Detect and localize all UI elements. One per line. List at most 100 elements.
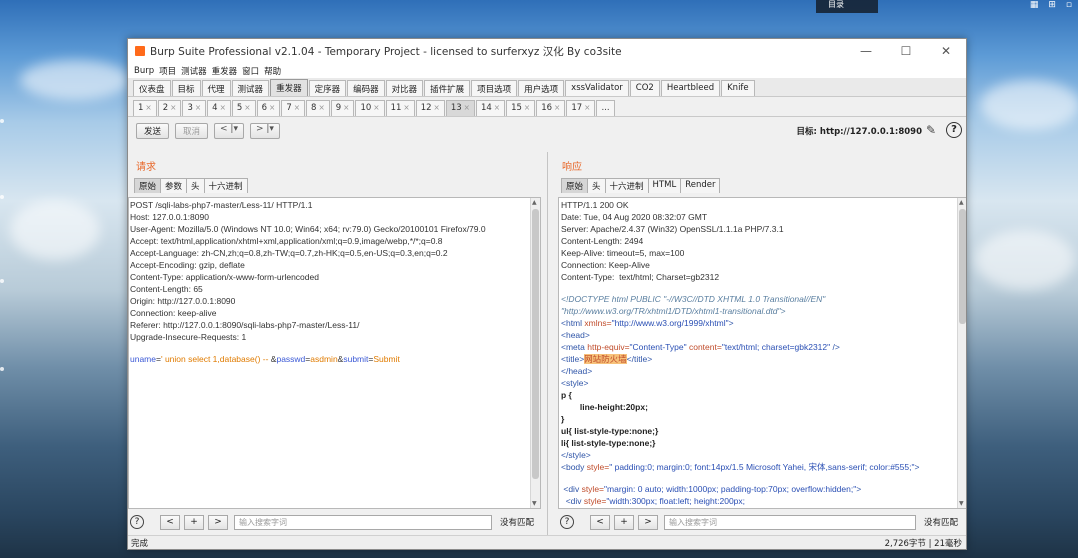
send-button[interactable]: 发送 [136,123,170,139]
main-tab[interactable]: Heartbleed [660,80,721,96]
response-view-tab[interactable]: HTML [647,178,682,193]
main-tab[interactable]: CO2 [629,80,660,96]
search-next-button[interactable]: > [638,514,658,530]
request-view-tab[interactable]: 头 [186,178,205,193]
search-prev-button[interactable]: < [160,514,180,530]
repeater-tab[interactable]: 10 × [355,100,385,116]
response-editor[interactable]: HTTP/1.1 200 OK Date: Tue, 04 Aug 2020 08… [558,197,966,509]
title-bar[interactable]: Burp Suite Professional v2.1.04 - Tempor… [128,39,966,63]
close-tab-icon[interactable]: × [494,103,500,112]
scroll-thumb[interactable] [532,209,539,479]
close-tab-icon[interactable]: × [584,103,590,112]
close-tab-icon[interactable]: × [195,103,201,112]
search-add-button[interactable]: + [614,514,634,530]
repeater-tab[interactable]: 6 × [256,100,281,116]
scroll-down-icon[interactable]: ▼ [532,500,537,507]
repeater-tab[interactable]: 14 × [475,100,506,116]
repeater-tab[interactable]: ... [596,100,615,116]
repeater-tab[interactable]: 2 × [157,100,182,116]
main-tab[interactable]: 重发器 [270,79,308,96]
repeater-tab[interactable]: 9 × [330,100,355,116]
repeater-tab[interactable]: 13 × [445,100,475,116]
menu-project[interactable]: 项目 [159,65,176,77]
response-view-tab[interactable]: 原始 [561,178,589,193]
menu-intruder[interactable]: 测试器 [181,65,207,77]
minimize-button[interactable]: — [846,39,886,63]
menu-burp[interactable]: Burp [134,66,154,76]
repeater-tab[interactable]: 5 × [231,100,256,116]
main-tab[interactable]: 测试器 [231,80,270,96]
desktop-icon-marker[interactable] [0,279,4,283]
square-icon[interactable]: ▫ [1066,0,1072,10]
search-prev-button[interactable]: < [590,514,610,530]
desktop-icon-marker[interactable] [0,195,4,199]
request-view-tab[interactable]: 参数 [160,178,188,193]
request-view-tab[interactable]: 原始 [134,178,162,193]
close-tab-icon[interactable]: × [170,103,176,112]
close-tab-icon[interactable]: × [524,103,530,112]
response-search-input[interactable]: 输入搜索字词 [664,514,916,530]
request-text[interactable]: POST /sqli-labs-php7-master/Less-11/ HTT… [129,198,540,365]
main-tab[interactable]: 项目选项 [471,80,518,96]
search-help-icon[interactable]: ? [560,515,574,529]
scroll-up-icon[interactable]: ▲ [532,199,537,206]
response-view-tab[interactable]: Render [680,178,721,193]
response-text[interactable]: HTTP/1.1 200 OK Date: Tue, 04 Aug 2020 08… [559,198,966,507]
desktop-icon-marker[interactable] [0,367,4,371]
close-tab-icon[interactable]: × [434,103,440,112]
repeater-tab[interactable]: 8 × [306,100,330,116]
close-tab-icon[interactable]: × [373,103,379,112]
response-view-tab[interactable]: 十六进制 [604,178,649,193]
repeater-tab[interactable]: 12 × [415,100,445,116]
close-tab-icon[interactable]: × [403,103,409,112]
close-tab-icon[interactable]: × [464,103,470,112]
main-tab[interactable]: 代理 [201,80,231,96]
grid-icon[interactable]: ▦ [1030,0,1039,10]
search-help-icon[interactable]: ? [130,515,144,529]
repeater-tab[interactable]: 17 × [566,100,596,116]
request-scrollbar[interactable]: ▲ ▼ [530,198,540,508]
main-tab[interactable]: 对比器 [385,80,424,96]
repeater-tab[interactable]: 3 × [182,100,207,116]
main-tab[interactable]: xssValidator [565,80,629,96]
menu-repeater[interactable]: 重发器 [212,65,238,77]
scroll-up-icon[interactable]: ▲ [959,199,964,206]
close-tab-icon[interactable]: × [554,103,560,112]
main-tab[interactable]: 目标 [171,80,201,96]
windows-icon[interactable]: ⊞ [1048,0,1056,10]
desktop-tab-label[interactable]: 目录 [816,0,878,13]
close-tab-icon[interactable]: × [269,103,275,112]
response-view-tab[interactable]: 头 [587,178,606,193]
desktop-icon-marker[interactable] [0,119,4,123]
main-tab[interactable]: 编码器 [347,80,385,96]
forward-button[interactable]: > |▾ [249,123,280,139]
repeater-tab[interactable]: 4 × [207,100,231,116]
pencil-icon[interactable]: ✎ [926,123,940,137]
close-tab-icon[interactable]: × [318,103,324,112]
close-tab-icon[interactable]: × [294,103,300,112]
main-tab[interactable]: 仪表盘 [133,80,171,96]
repeater-tab[interactable]: 15 × [506,100,536,116]
repeater-tab[interactable]: 1 × [133,100,157,116]
main-tab[interactable]: 用户选项 [518,80,565,96]
main-tab[interactable]: 插件扩展 [424,80,471,96]
back-button[interactable]: < |▾ [214,123,244,139]
repeater-tab[interactable]: 16 × [536,100,566,116]
maximize-button[interactable]: ☐ [886,39,926,63]
repeater-tab[interactable]: 11 × [385,100,415,116]
close-button[interactable]: ✕ [926,39,966,63]
menu-window[interactable]: 窗口 [242,65,259,77]
request-view-tab[interactable]: 十六进制 [203,178,248,193]
close-tab-icon[interactable]: × [220,103,226,112]
request-search-input[interactable]: 输入搜索字词 [234,514,492,530]
main-tab[interactable]: Knife [721,80,755,96]
request-editor[interactable]: POST /sqli-labs-php7-master/Less-11/ HTT… [128,197,541,509]
menu-help[interactable]: 帮助 [264,65,281,77]
scroll-down-icon[interactable]: ▼ [959,500,964,507]
target-label[interactable]: 目标: http://127.0.0.1:8090 [797,125,922,137]
help-icon[interactable]: ? [946,122,962,138]
search-next-button[interactable]: > [208,514,228,530]
close-tab-icon[interactable]: × [343,103,349,112]
close-tab-icon[interactable]: × [145,103,151,112]
repeater-tab[interactable]: 7 × [281,100,306,116]
